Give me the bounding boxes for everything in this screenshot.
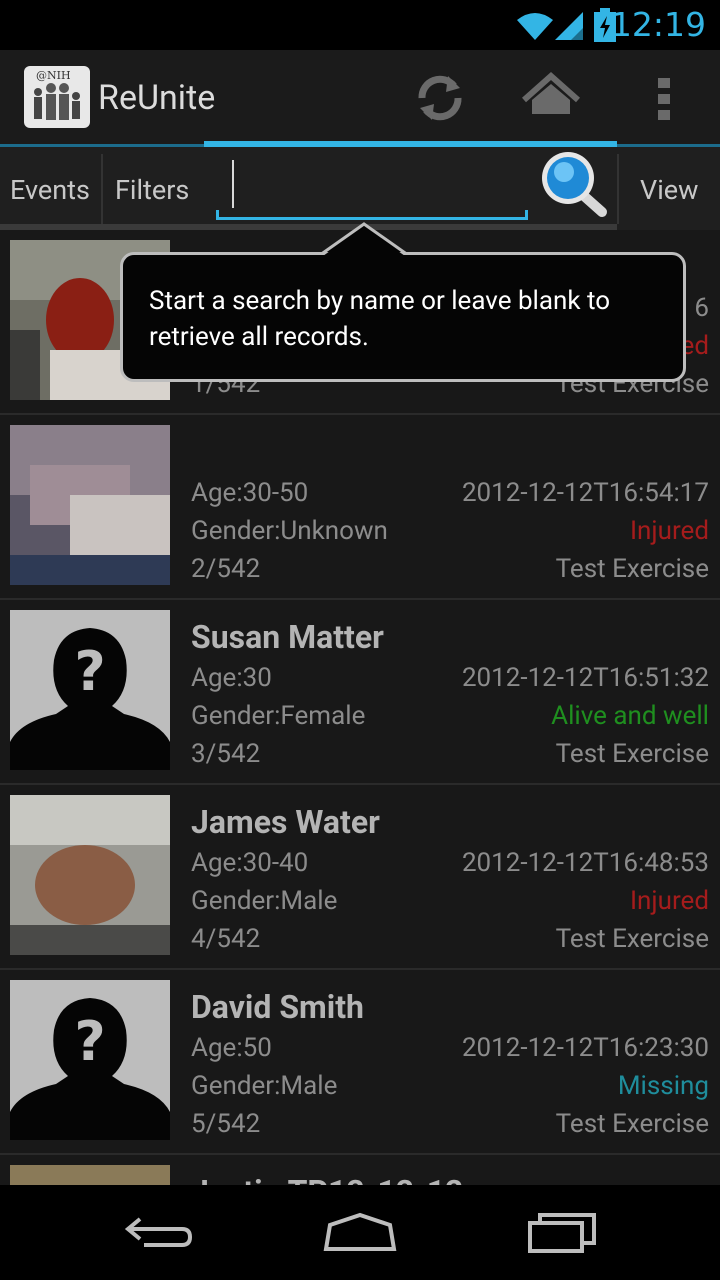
record-photo — [10, 795, 170, 955]
record-age: Age:50 — [191, 1033, 272, 1063]
search-input[interactable] — [216, 155, 528, 220]
status-bar: 12:19 — [0, 0, 720, 50]
record-timestamp: 2012-12-12T16:23:30 — [461, 1033, 709, 1063]
tooltip-box: Start a search by name or leave blank to… — [120, 252, 686, 382]
list-item[interactable]: Age:30-50 2012-12-12T16:54:17 Gender:Unk… — [0, 415, 720, 600]
list-item[interactable]: James Water Age:30-40 2012-12-12T16:48:5… — [0, 785, 720, 970]
signal-icon — [555, 12, 583, 40]
unknown-person-icon: ? — [10, 980, 170, 1140]
record-photo — [10, 1165, 170, 1185]
record-timestamp: 6 — [694, 293, 709, 323]
record-age: Age:30 — [191, 663, 272, 693]
record-index: 3/542 — [191, 739, 261, 769]
record-name: David Smith — [191, 988, 364, 1026]
system-nav-bar — [0, 1185, 720, 1280]
wifi-icon — [517, 13, 553, 40]
record-gender: Gender:Female — [191, 701, 366, 731]
record-status: Injured — [629, 516, 709, 546]
back-icon[interactable] — [120, 1207, 200, 1257]
search-hint-tooltip: Start a search by name or leave blank to… — [120, 222, 688, 384]
clock: 12:19 — [610, 5, 706, 44]
record-index: 2/542 — [191, 554, 261, 584]
list-item[interactable]: ? Susan Matter Age:30 2012-12-12T16:51:3… — [0, 600, 720, 785]
tab-selected-indicator — [204, 141, 617, 147]
record-age: Age:30-50 — [191, 478, 309, 508]
record-name: Susan Matter — [191, 618, 384, 656]
record-event: Test Exercise — [555, 1109, 709, 1139]
svg-text:?: ? — [74, 1010, 105, 1073]
app-title: ReUnite — [98, 78, 216, 118]
text-cursor — [232, 160, 234, 208]
app-logo-icon[interactable]: @NIH — [24, 66, 90, 128]
action-bar: @NIH ReUnite — [0, 50, 720, 145]
overflow-menu-icon[interactable] — [652, 74, 676, 124]
record-status: Missing — [617, 1071, 709, 1101]
svg-text:?: ? — [74, 640, 105, 703]
record-gender: Gender:Male — [191, 1071, 338, 1101]
record-event: Test Exercise — [555, 739, 709, 769]
record-timestamp: 2012-12-12T16:51:32 — [461, 663, 709, 693]
tooltip-text: Start a search by name or leave blank to… — [149, 286, 611, 352]
record-name: Justin TP12-12-12 — [191, 1173, 463, 1185]
unknown-person-icon: ? — [10, 610, 170, 770]
home-icon[interactable] — [520, 70, 582, 126]
record-event: Test Exercise — [555, 554, 709, 584]
list-item[interactable]: Justin TP12-12-12 — [0, 1155, 720, 1185]
record-timestamp: 2012-12-12T16:48:53 — [461, 848, 709, 878]
refresh-icon[interactable] — [412, 70, 468, 126]
record-gender: Gender:Unknown — [191, 516, 388, 546]
record-index: 5/542 — [191, 1109, 261, 1139]
tab-separator — [617, 154, 619, 224]
record-gender: Gender:Male — [191, 886, 338, 916]
list-item[interactable]: ? David Smith Age:50 2012-12-12T16:23:30… — [0, 970, 720, 1155]
record-index: 4/542 — [191, 924, 261, 954]
tab-events[interactable]: Events — [10, 150, 90, 228]
tab-separator — [101, 154, 103, 224]
record-status: Alive and well — [551, 701, 709, 731]
tab-view[interactable]: View — [640, 150, 698, 228]
record-photo — [10, 425, 170, 585]
search-icon[interactable] — [536, 148, 612, 224]
record-status: Injured — [629, 886, 709, 916]
record-name: James Water — [191, 803, 380, 841]
record-age: Age:30-40 — [191, 848, 309, 878]
home-icon[interactable] — [320, 1207, 400, 1257]
record-event: Test Exercise — [555, 924, 709, 954]
record-timestamp: 2012-12-12T16:54:17 — [461, 478, 709, 508]
tab-filters[interactable]: Filters — [115, 150, 189, 228]
recent-apps-icon[interactable] — [522, 1207, 602, 1257]
